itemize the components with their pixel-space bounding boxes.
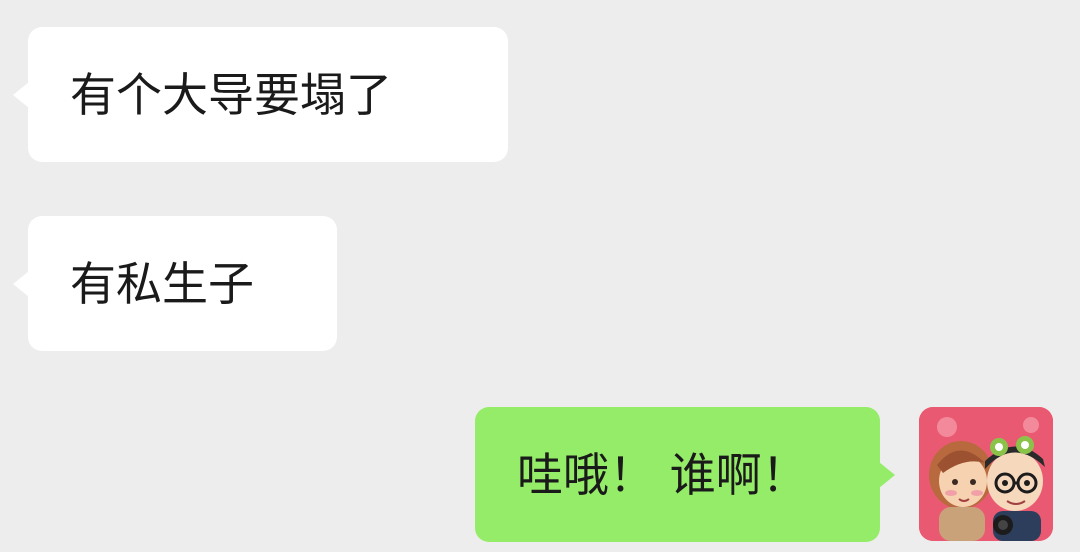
message-text: 有个大导要塌了 [70, 67, 392, 122]
couple-cartoon-avatar-icon[interactable] [919, 407, 1053, 541]
incoming-message-bubble[interactable]: 有个大导要塌了 [13, 27, 508, 162]
bubble-tail [13, 270, 29, 297]
bubble-tail [13, 81, 29, 108]
incoming-message-bubble[interactable]: 有私生子 [13, 216, 337, 351]
message-text: 哇哦！ 谁啊！ [517, 447, 808, 502]
avatar-illustration [919, 407, 1053, 541]
message-text: 有私生子 [70, 256, 254, 311]
chat-area: 有个大导要塌了 有私生子 哇哦！ 谁啊！ [0, 0, 1080, 552]
outgoing-message-bubble[interactable]: 哇哦！ 谁啊！ [475, 407, 895, 542]
bubble-tail [879, 461, 895, 488]
